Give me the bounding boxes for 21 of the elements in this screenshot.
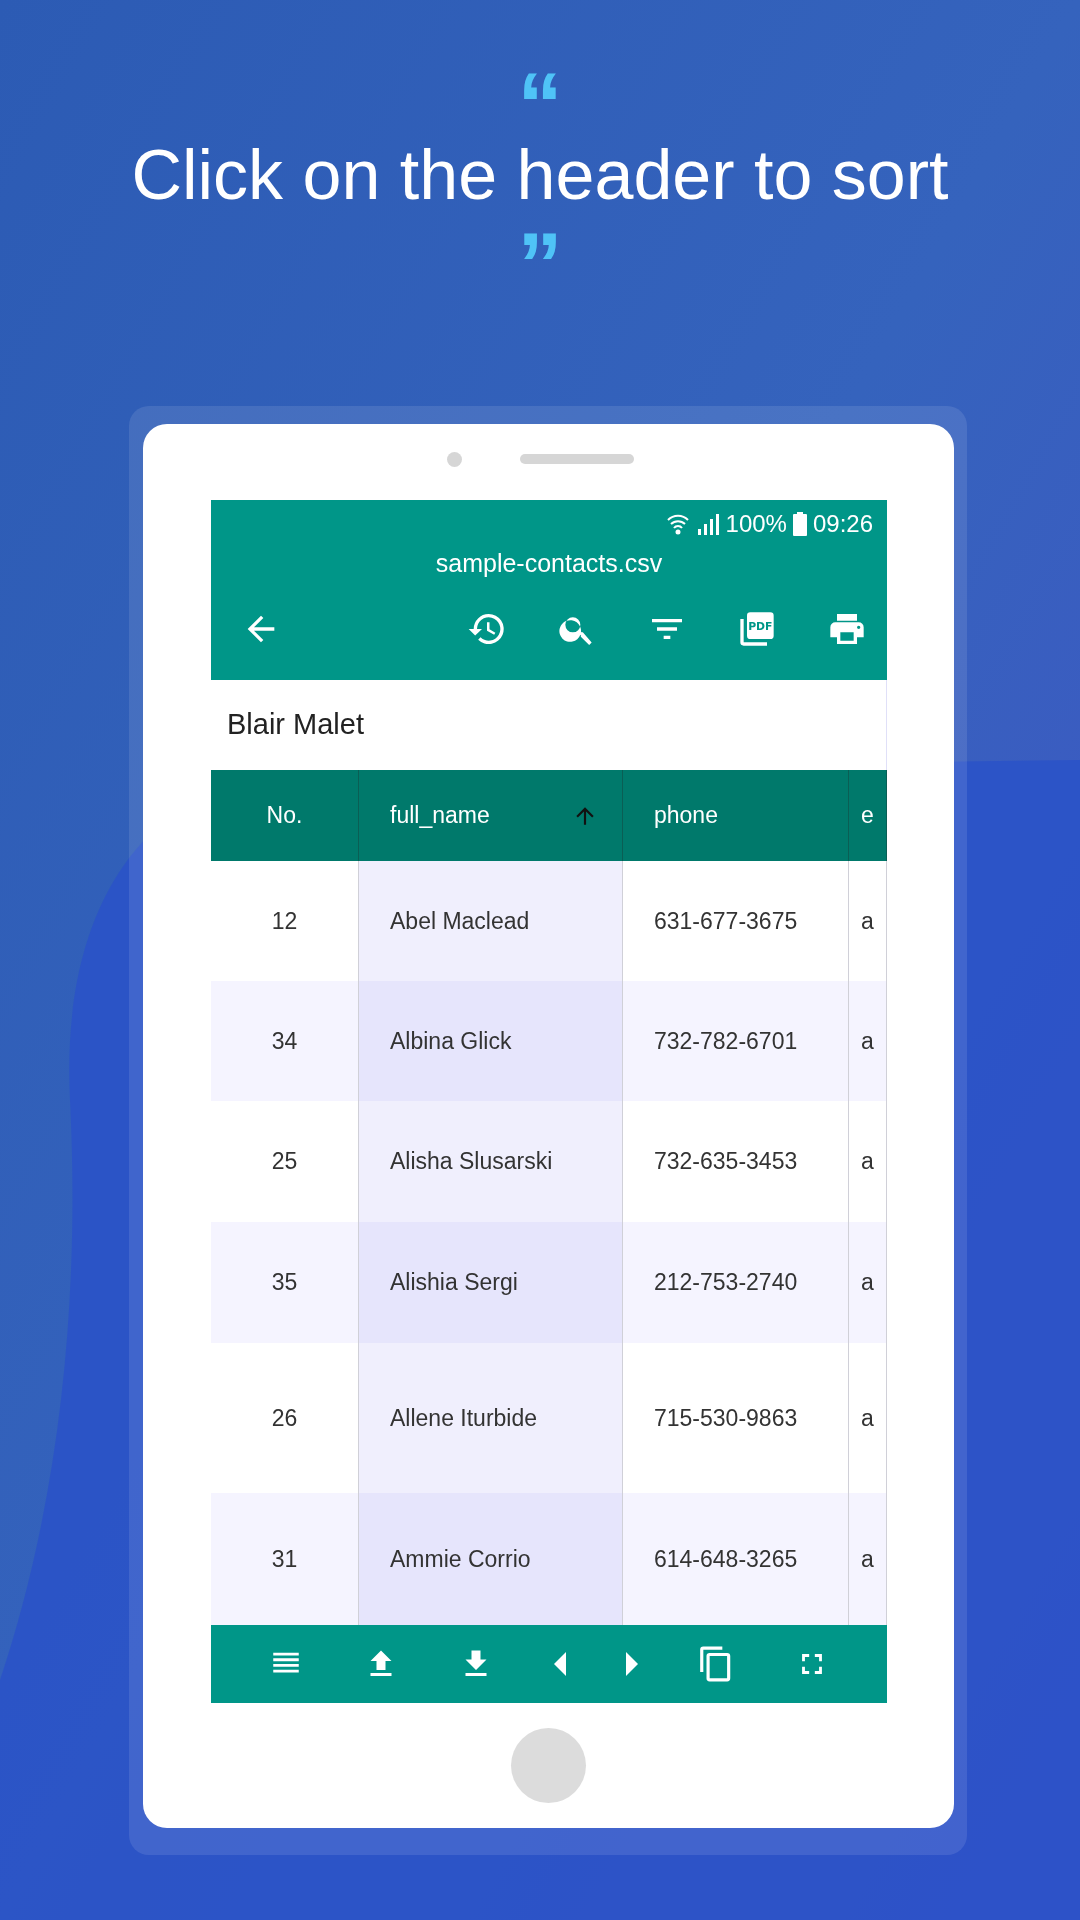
open-quote: “ [517, 70, 563, 130]
clock: 09:26 [812, 509, 873, 539]
headline: Click on the header to sort [131, 135, 949, 216]
left-triangle-icon [553, 1652, 566, 1676]
table-cell: Allene Iturbide [359, 1343, 623, 1493]
previous-button[interactable] [553, 1652, 566, 1676]
table-cell: Alishia Sergi [359, 1222, 623, 1343]
signal-icon [695, 513, 720, 535]
wifi-icon [665, 512, 690, 536]
right-triangle-icon [625, 1652, 638, 1676]
close-quote: ” [517, 230, 563, 290]
pdf-button[interactable]: PDF [737, 609, 777, 649]
battery-percent: 100% [725, 509, 787, 539]
table-cell: Abel Maclead [359, 861, 623, 981]
table-cell: Albina Glick [359, 981, 623, 1101]
next-button[interactable] [625, 1652, 638, 1676]
battery-icon [792, 512, 807, 536]
filter-label: Blair Malet [227, 707, 364, 743]
table-cell: Alisha Slusarski [359, 1101, 623, 1222]
table-cell: Ammie Corrio [359, 1493, 623, 1625]
file-title: sample-contacts.csv [435, 548, 663, 578]
